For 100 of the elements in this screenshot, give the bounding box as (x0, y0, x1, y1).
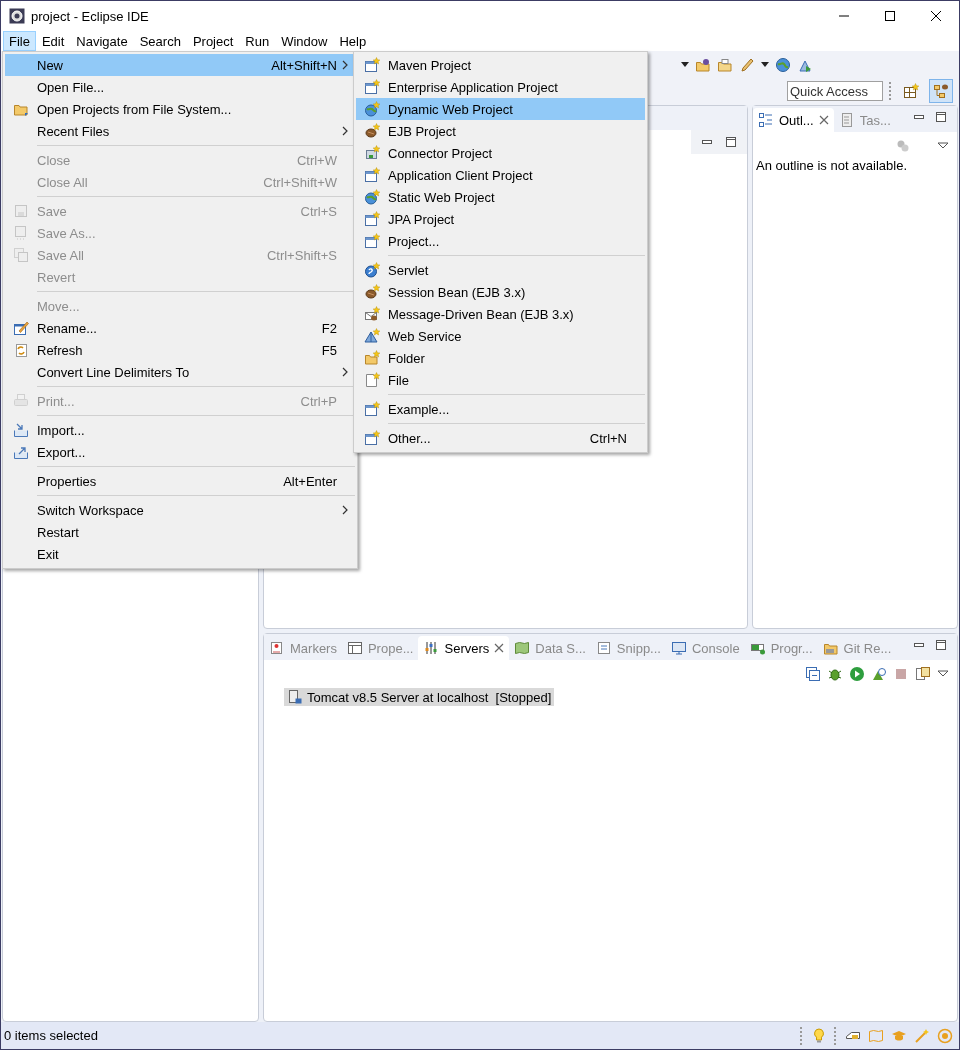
outline-message: An outline is not available. (755, 157, 909, 175)
window-star-icon (364, 79, 380, 95)
menu-item[interactable]: Enterprise Application Project (356, 76, 645, 98)
menu-item[interactable]: Exit (5, 543, 355, 565)
window-title: project - Eclipse IDE (31, 8, 149, 24)
view-menu-icon (937, 670, 949, 678)
gears-icon (895, 138, 911, 154)
save-icon (13, 203, 29, 219)
map-icon (868, 1027, 884, 1044)
menu-item[interactable]: Session Bean (EJB 3.x) (356, 281, 645, 303)
menu-item[interactable]: Properties Alt+Enter (5, 470, 355, 492)
import-icon (13, 422, 29, 438)
menu-title[interactable]: Navigate (70, 31, 134, 51)
menu-item[interactable]: Dynamic Web Project (356, 98, 645, 120)
menu-title[interactable]: Project (186, 31, 240, 51)
maximize-icon (725, 136, 737, 148)
menu-item[interactable]: Example... (356, 398, 645, 420)
menu-item[interactable]: Message-Driven Bean (EJB 3.x) (356, 303, 645, 325)
menu-item[interactable]: Refresh F5 (5, 339, 355, 361)
bean-star-icon (364, 284, 380, 300)
pencil-window-icon (13, 320, 29, 336)
refresh-icon (13, 342, 29, 358)
menu-item[interactable]: Open File... (5, 76, 355, 98)
menu-item[interactable]: Convert Line Delimiters To (5, 361, 355, 383)
sliders-icon (423, 640, 440, 656)
menu-item[interactable]: Connector Project (356, 142, 645, 164)
menu-title[interactable]: File (3, 31, 36, 51)
magic-wand-icon (914, 1027, 930, 1044)
outline-icon (758, 112, 774, 128)
menu-title[interactable]: Window (275, 31, 334, 51)
menu-item[interactable]: Static Web Project (356, 186, 645, 208)
menu-item[interactable]: Import... (5, 419, 355, 441)
window-star-icon (364, 430, 380, 446)
caret-icon (761, 62, 769, 68)
folder-icon (695, 57, 711, 73)
server-icon (287, 689, 303, 705)
view-tab[interactable]: Servers (418, 636, 510, 660)
menu-item[interactable]: JPA Project (356, 208, 645, 230)
export-icon (13, 444, 29, 460)
pyramid-star-icon (364, 328, 380, 344)
close-icon (931, 11, 941, 21)
publish-icon (915, 666, 931, 682)
markers-icon (269, 640, 285, 656)
window-star-icon (364, 233, 380, 249)
bean-star-icon (364, 123, 380, 139)
view-tab[interactable]: Outl... (753, 108, 834, 132)
quick-access-field[interactable]: Quick Access (787, 81, 883, 101)
map-icon (514, 640, 531, 656)
table-icon (346, 640, 363, 656)
caret-icon (681, 62, 689, 68)
maximize-icon (885, 11, 895, 21)
bug-icon (827, 666, 843, 682)
collapse-icon (805, 666, 821, 682)
hierarchy-icon (933, 83, 949, 99)
menu-item[interactable]: EJB Project (356, 120, 645, 142)
close-icon (494, 643, 505, 653)
stop-icon (893, 666, 909, 682)
open-folder-icon (717, 57, 733, 73)
menu-item[interactable]: Application Client Project (356, 164, 645, 186)
perspective-button[interactable] (929, 79, 953, 103)
menu-item[interactable]: Folder (356, 347, 645, 369)
window-star-icon (364, 57, 380, 73)
menu-item[interactable]: Other... Ctrl+N (356, 427, 645, 449)
play-icon (849, 666, 865, 682)
menu-item[interactable]: Rename... F2 (5, 317, 355, 339)
app-icon (9, 8, 25, 24)
menu-item[interactable]: New Alt+Shift+N (5, 54, 355, 76)
menu-title[interactable]: Help (333, 31, 373, 51)
table-star-icon (903, 83, 919, 99)
menu-item[interactable]: Recent Files (5, 120, 355, 142)
maximize-icon (935, 638, 947, 651)
menu-item[interactable]: Export... (5, 441, 355, 463)
save-all-icon (13, 247, 29, 263)
menu-item[interactable]: Web Service (356, 325, 645, 347)
folder-star-icon (364, 350, 380, 366)
lightbulb-icon (811, 1027, 827, 1044)
server-row[interactable]: Tomcat v8.5 Server at localhost [Stopped] (284, 688, 555, 706)
menu-title[interactable]: Edit (35, 31, 71, 51)
maximize-view-button[interactable] (723, 134, 739, 150)
menu-item[interactable]: Open Projects from File System... (5, 98, 355, 120)
close-icon (818, 115, 829, 125)
menu-item[interactable]: Project... (356, 230, 645, 252)
window-star-icon (364, 167, 380, 183)
menu-title[interactable]: Search (133, 31, 187, 51)
window-star-icon (364, 211, 380, 227)
server-star-icon (364, 145, 380, 161)
monitor-icon (670, 640, 687, 656)
maximize-icon (935, 110, 947, 123)
menu-item[interactable]: Maven Project (356, 54, 645, 76)
menu-item[interactable]: File (356, 369, 645, 391)
file-star-icon (364, 372, 380, 388)
menu-item[interactable]: Restart (5, 521, 355, 543)
menu-item[interactable]: Switch Workspace (5, 499, 355, 521)
globe-icon (775, 57, 791, 73)
menu-title[interactable]: Run (239, 31, 276, 51)
envelope-star-icon (364, 306, 380, 322)
brush-icon (739, 57, 755, 73)
menu-item[interactable]: Servlet (356, 259, 645, 281)
window-star-icon (364, 401, 380, 417)
status-text: 0 items selected (4, 1028, 98, 1043)
